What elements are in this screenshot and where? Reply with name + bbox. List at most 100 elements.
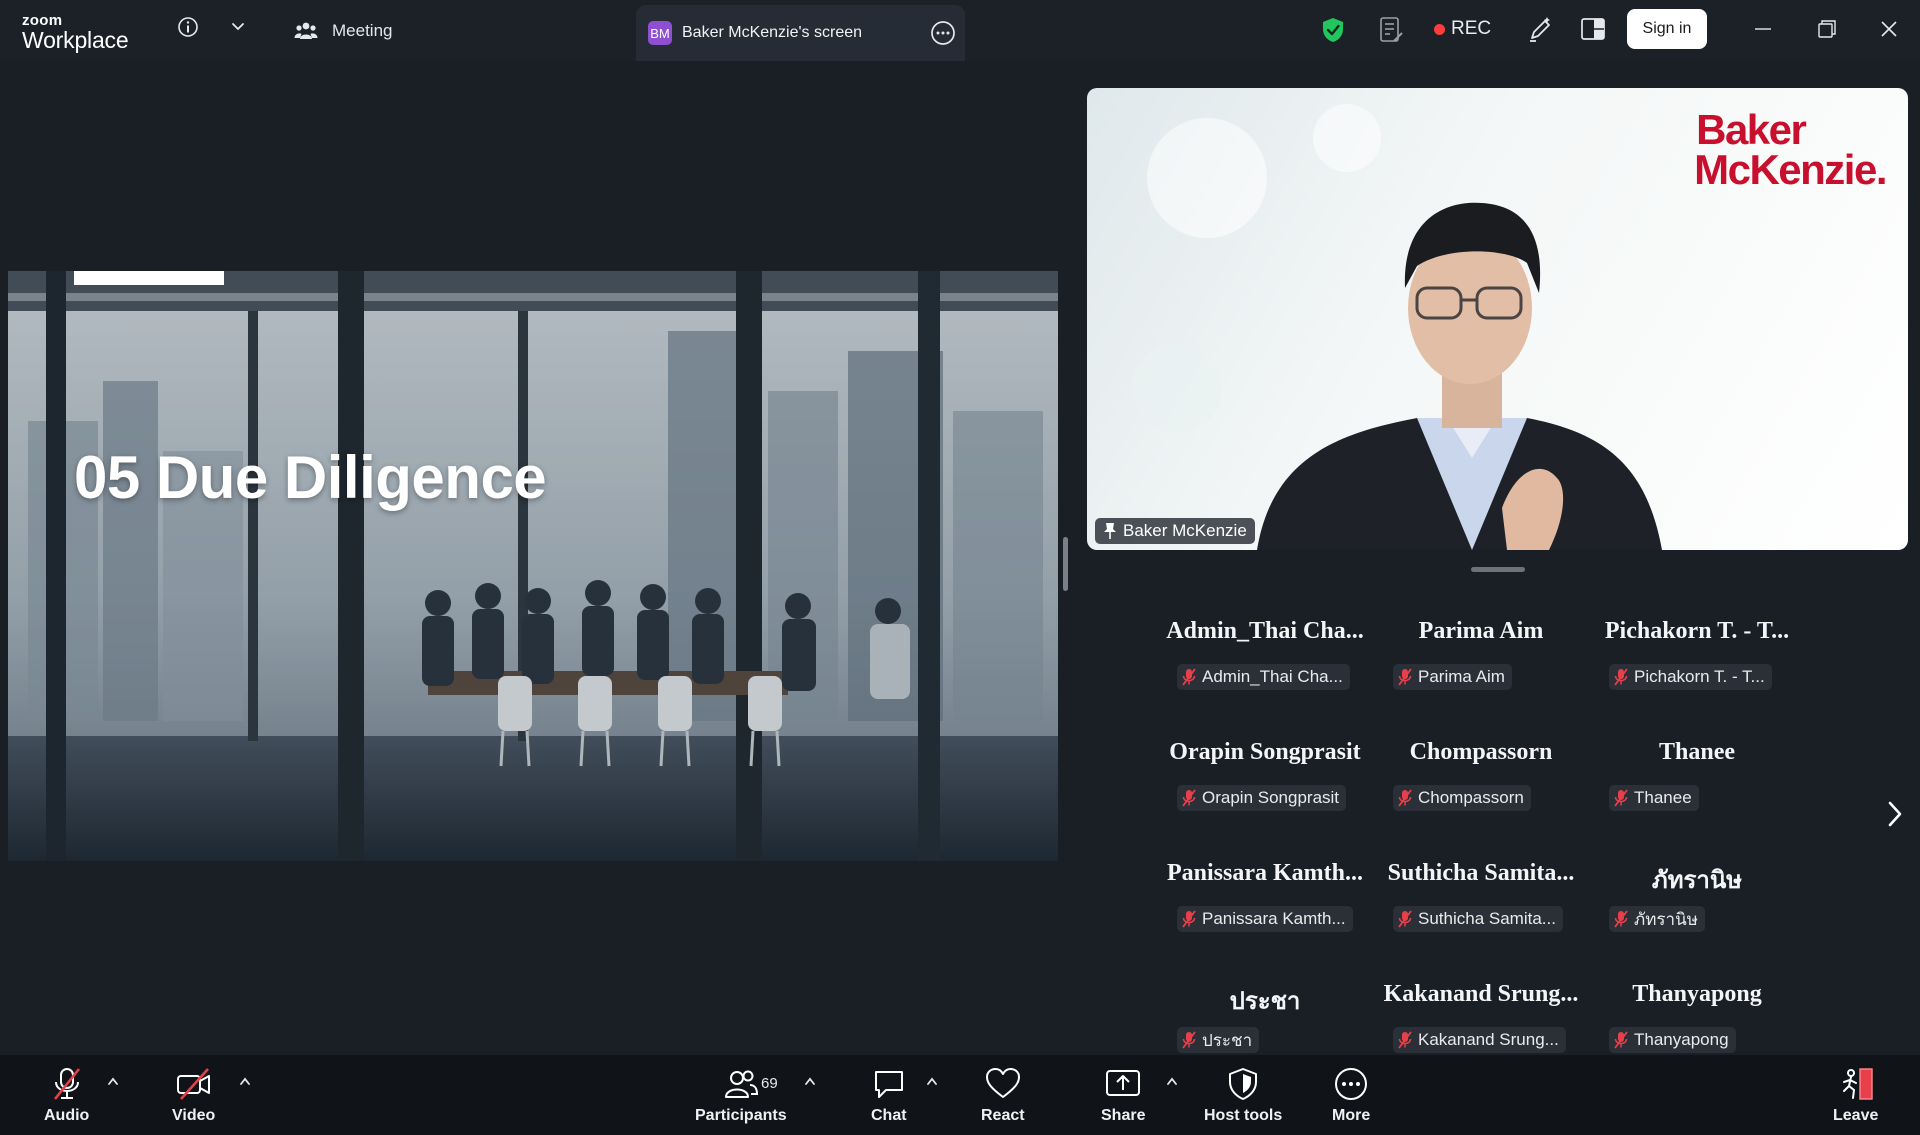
annotate-pen-icon[interactable] [1526, 16, 1554, 44]
leave-button[interactable]: Leave [1833, 1067, 1878, 1125]
heart-icon [985, 1068, 1020, 1098]
host-tools-label: Host tools [1204, 1107, 1283, 1124]
meeting-toolbar: Audio Video Participants Chat React Shar… [0, 1055, 1920, 1135]
participant-tile[interactable]: Pichakorn T. - T... Pichakorn T. - T... [1589, 600, 1805, 700]
speaker-name: Baker McKenzie [1123, 521, 1247, 540]
video-off-icon [176, 1068, 210, 1100]
video-options-chevron-icon[interactable] [238, 1075, 252, 1087]
participant-display-name: Admin_Thai Cha... [1166, 618, 1364, 644]
participant-tile[interactable]: Chompassorn Chompassorn [1373, 721, 1589, 821]
participant-name-tag: Admin_Thai Cha... [1177, 664, 1350, 690]
participant-tile[interactable]: ภัทรานิษ ภัทรานิษ [1589, 842, 1805, 942]
participant-tile[interactable]: Orapin Songprasit Orapin Songprasit [1157, 721, 1373, 821]
mic-muted-icon [1182, 789, 1196, 807]
meeting-notes-icon[interactable] [1378, 16, 1404, 44]
share-button[interactable]: Share [1101, 1067, 1145, 1125]
speaker-name-tag: Baker McKenzie [1095, 518, 1255, 544]
share-options-chevron-icon[interactable] [1165, 1075, 1179, 1087]
restore-window-icon[interactable] [1816, 18, 1838, 40]
participant-name: Thanee [1634, 788, 1692, 807]
view-layout-icon[interactable] [1581, 17, 1605, 41]
participant-tile[interactable]: Panissara Kamth... Panissara Kamth... [1157, 842, 1373, 942]
participant-tile[interactable]: Suthicha Samita... Suthicha Samita... [1373, 842, 1589, 942]
participant-name-tag: Suthicha Samita... [1393, 906, 1563, 932]
chat-button[interactable]: Chat [871, 1067, 907, 1125]
shared-screen-tab[interactable]: BM Baker McKenzie's screen [636, 5, 965, 61]
participant-name: Kakanand Srung... [1418, 1030, 1559, 1049]
panel-resize-handle[interactable] [1063, 537, 1068, 591]
video-button[interactable]: Video [172, 1067, 215, 1125]
participant-name: Chompassorn [1418, 788, 1524, 807]
participant-tile[interactable]: Parima Aim Parima Aim [1373, 600, 1589, 700]
mic-muted-icon [1398, 910, 1412, 928]
audio-options-chevron-icon[interactable] [106, 1075, 120, 1087]
pin-icon [1104, 523, 1116, 539]
participant-name-tag: Thanyapong [1609, 1027, 1736, 1053]
participant-display-name: ภัทรานิษ [1651, 868, 1743, 894]
participant-name: Orapin Songprasit [1202, 788, 1340, 807]
participant-display-name: Chompassorn [1409, 739, 1553, 765]
chat-label: Chat [871, 1107, 907, 1124]
participant-display-name: Suthicha Samita... [1387, 860, 1575, 886]
react-button[interactable]: React [981, 1067, 1025, 1125]
chevron-right-icon[interactable] [1884, 798, 1906, 830]
people-icon [294, 22, 318, 39]
mic-muted-icon [1398, 1031, 1412, 1049]
info-icon[interactable] [176, 15, 200, 39]
brand-top: zoom [22, 12, 63, 29]
presenter-avatar: BM [648, 21, 672, 45]
participants-icon [724, 1070, 758, 1098]
more-label: More [1332, 1107, 1371, 1124]
sign-in-button[interactable]: Sign in [1627, 9, 1707, 49]
presentation-slide: 05 Due Diligence [8, 271, 1058, 861]
chevron-down-icon[interactable] [230, 18, 246, 34]
minimize-icon[interactable] [1752, 18, 1774, 40]
leave-label: Leave [1833, 1107, 1879, 1124]
share-screen-icon [1106, 1070, 1141, 1096]
participant-tile[interactable]: ประชา ประชา [1157, 963, 1373, 1063]
participant-tile[interactable]: Thanee Thanee [1589, 721, 1805, 821]
participant-name: Parima Aim [1418, 667, 1505, 686]
security-shield-icon[interactable] [1321, 17, 1345, 43]
participant-name-tag: Kakanand Srung... [1393, 1027, 1566, 1053]
participant-display-name: Thanee [1658, 739, 1735, 765]
participant-name-tag: ภัทรานิษ [1609, 906, 1705, 932]
more-options-icon[interactable] [930, 20, 956, 46]
logo-line-1: Baker [1696, 106, 1807, 153]
gallery-drag-handle[interactable] [1471, 567, 1525, 572]
recording-indicator[interactable]: REC [1434, 18, 1491, 40]
participant-name-tag: Panissara Kamth... [1177, 906, 1353, 932]
participant-name: ประชา [1202, 1030, 1253, 1050]
participant-name: Panissara Kamth... [1202, 909, 1346, 928]
audio-button[interactable]: Audio [44, 1067, 89, 1125]
meeting-tab-label: Meeting [332, 21, 393, 40]
brand-bottom: Workplace [22, 27, 129, 53]
host-tools-button[interactable]: Host tools [1204, 1067, 1282, 1125]
zoom-workplace-logo: zoom Workplace [22, 12, 129, 53]
slide-accent-bar [74, 271, 224, 285]
chat-bubble-icon [874, 1071, 903, 1098]
active-speaker-video[interactable]: Baker McKenzie. Baker McKenzie [1087, 88, 1908, 550]
baker-mckenzie-logo: Baker McKenzie. [1694, 106, 1887, 191]
participant-name: Admin_Thai Cha... [1202, 667, 1343, 686]
participant-display-name: Panissara Kamth... [1166, 860, 1363, 886]
participant-tile[interactable]: Admin_Thai Cha... Admin_Thai Cha... [1157, 600, 1373, 700]
participant-count-badge: 69 [761, 1075, 778, 1092]
participant-tile[interactable]: Thanyapong Thanyapong [1589, 963, 1805, 1063]
mic-muted-icon [1614, 910, 1628, 928]
participant-display-name: Parima Aim [1418, 618, 1544, 644]
mic-muted-icon [1614, 789, 1628, 807]
close-icon[interactable] [1878, 18, 1900, 40]
more-button[interactable]: More [1332, 1067, 1370, 1125]
shared-screen-area: 05 Due Diligence [0, 61, 1075, 1055]
participant-tile[interactable]: Kakanand Srung... Kakanand Srung... [1373, 963, 1589, 1063]
meeting-tab[interactable]: Meeting [294, 16, 392, 46]
share-label: Share [1101, 1107, 1146, 1124]
chat-options-chevron-icon[interactable] [925, 1075, 939, 1087]
participant-display-name: Orapin Songprasit [1169, 739, 1361, 765]
boardroom-photo [8, 271, 1058, 861]
participants-options-chevron-icon[interactable] [803, 1075, 817, 1087]
mic-muted-icon [1398, 668, 1412, 686]
participants-label: Participants [695, 1107, 787, 1124]
participant-name-tag: Thanee [1609, 785, 1699, 811]
